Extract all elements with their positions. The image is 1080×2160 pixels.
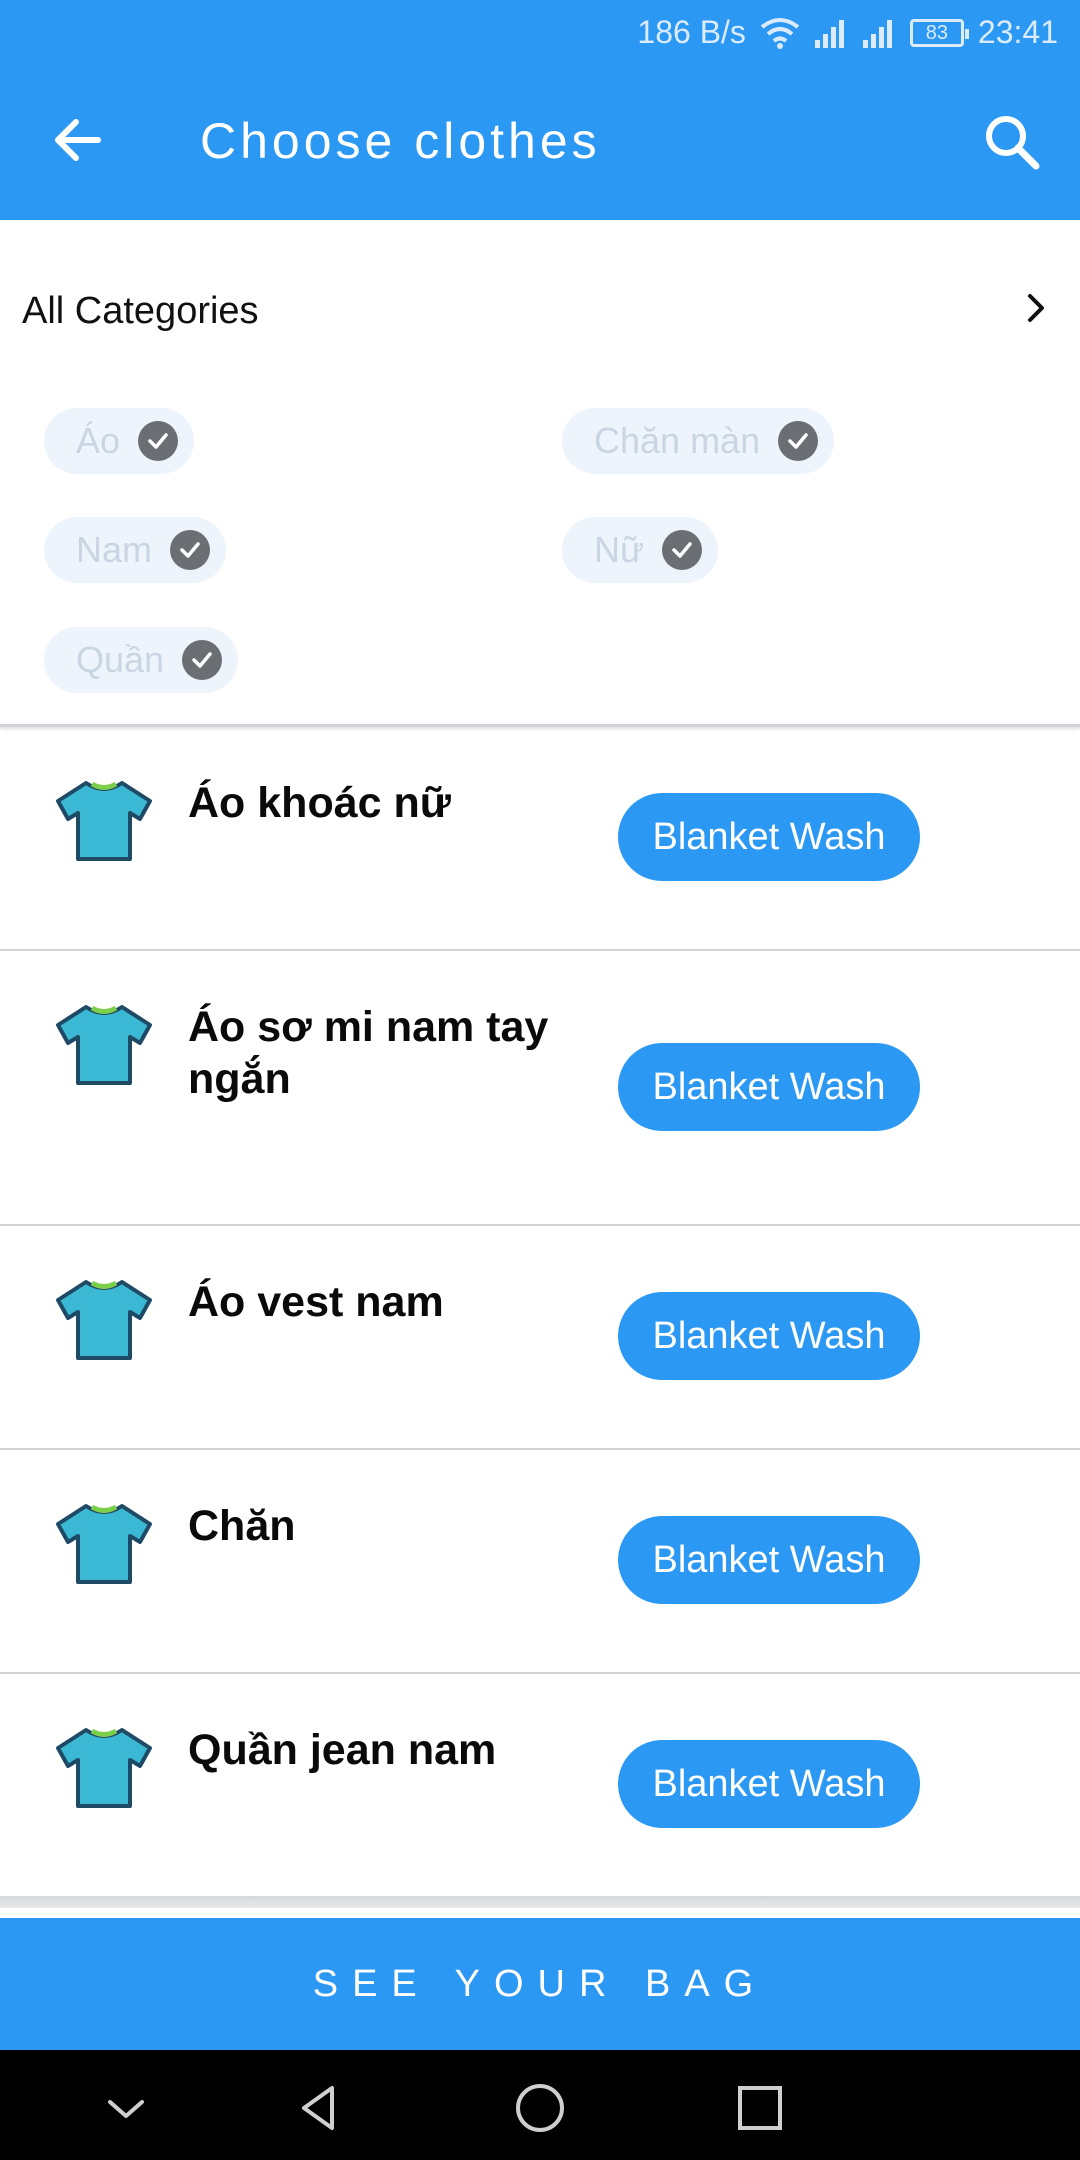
item-name: Chăn bbox=[188, 1502, 296, 1550]
filter-chip[interactable]: Quần bbox=[44, 627, 239, 693]
blanket-wash-button[interactable]: Blanket Wash bbox=[618, 1740, 920, 1828]
filter-chip[interactable]: Nữ bbox=[562, 517, 719, 583]
battery-icon: 83 bbox=[909, 18, 969, 47]
check-icon bbox=[138, 421, 179, 461]
list-item: Chăn Blanket Wash bbox=[0, 1450, 1080, 1674]
list-item: Quần jean nam Blanket Wash bbox=[0, 1674, 1080, 1896]
tshirt-icon bbox=[56, 1280, 152, 1360]
chip-label: Quần bbox=[76, 639, 165, 680]
app-bar: 186 B/s 83 23:41 Choose clothes bbox=[0, 0, 1080, 220]
page-title: Choose clothes bbox=[200, 113, 601, 169]
list-item: Áo vest nam Blanket Wash bbox=[0, 1226, 1080, 1450]
list-item: Áo khoác nữ Blanket Wash bbox=[0, 727, 1080, 951]
back-triangle-icon[interactable] bbox=[292, 2080, 348, 2136]
all-categories-row[interactable]: All Categories bbox=[0, 260, 1080, 360]
wifi-icon bbox=[760, 17, 800, 49]
check-icon bbox=[662, 530, 703, 570]
system-nav-bar bbox=[0, 2050, 1080, 2160]
filter-chip[interactable]: Áo bbox=[44, 408, 195, 474]
network-speed: 186 B/s bbox=[637, 14, 746, 50]
blanket-wash-button[interactable]: Blanket Wash bbox=[618, 1516, 920, 1604]
item-name: Quần jean nam bbox=[188, 1726, 497, 1774]
chevron-down-icon[interactable] bbox=[98, 2080, 154, 2136]
chevron-right-icon bbox=[1028, 294, 1044, 322]
filter-chip[interactable]: Nam bbox=[44, 517, 227, 583]
chip-label: Chăn màn bbox=[594, 420, 761, 461]
blanket-wash-button[interactable]: Blanket Wash bbox=[618, 793, 920, 881]
chip-label: Nam bbox=[76, 529, 153, 570]
clock: 23:41 bbox=[977, 14, 1058, 50]
status-bar: 186 B/s 83 23:41 bbox=[0, 0, 1080, 68]
check-icon bbox=[170, 530, 211, 570]
home-circle-icon[interactable] bbox=[512, 2080, 568, 2136]
blanket-wash-button[interactable]: Blanket Wash bbox=[618, 1043, 920, 1131]
tshirt-icon bbox=[56, 1005, 152, 1085]
see-your-bag-button[interactable]: SEE YOUR BAG bbox=[0, 1918, 1080, 2050]
tshirt-icon bbox=[56, 781, 152, 861]
recents-square-icon[interactable] bbox=[732, 2080, 788, 2136]
check-icon bbox=[778, 421, 819, 461]
chip-label: Áo bbox=[76, 420, 121, 461]
tshirt-icon bbox=[56, 1504, 152, 1584]
search-icon[interactable] bbox=[980, 110, 1044, 174]
list-bottom-shadow bbox=[0, 1896, 1080, 1908]
check-icon bbox=[182, 640, 223, 680]
item-name: Áo vest nam bbox=[188, 1278, 444, 1326]
filter-chip[interactable]: Chăn màn bbox=[562, 408, 835, 474]
chip-label: Nữ bbox=[594, 529, 645, 570]
tshirt-icon bbox=[56, 1728, 152, 1808]
signal-icon bbox=[862, 19, 892, 48]
all-categories-label: All Categories bbox=[22, 290, 259, 332]
item-name: Áo khoác nữ bbox=[188, 779, 451, 827]
item-name: Áo sơ mi nam tay ngắn bbox=[188, 1003, 549, 1103]
list-item: Áo sơ mi nam tay ngắn Blanket Wash bbox=[0, 951, 1080, 1226]
back-arrow-icon[interactable] bbox=[48, 110, 108, 170]
blanket-wash-button[interactable]: Blanket Wash bbox=[618, 1292, 920, 1380]
signal-icon bbox=[814, 19, 844, 48]
